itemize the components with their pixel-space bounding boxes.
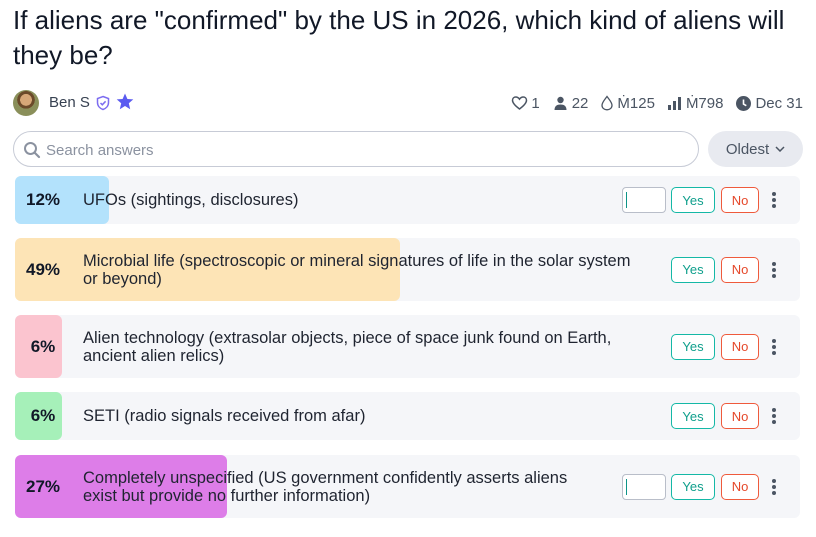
likes-count: 1: [531, 94, 540, 112]
no-button[interactable]: No: [721, 473, 759, 500]
yes-button[interactable]: Yes: [671, 473, 715, 500]
yes-button[interactable]: Yes: [671, 333, 715, 360]
traders-count: 22: [571, 94, 589, 112]
dot: [772, 484, 776, 489]
likes-stat[interactable]: 1: [511, 94, 540, 112]
no-button[interactable]: No: [721, 333, 759, 360]
dot: [772, 420, 776, 424]
answer-text: Microbial life (spectroscopic or mineral…: [83, 251, 631, 288]
close-date: Dec 31: [755, 94, 803, 112]
search-input[interactable]: [46, 138, 686, 162]
position-indicator: [626, 478, 627, 495]
search-box[interactable]: [13, 131, 699, 167]
heart-icon: [512, 96, 528, 110]
dot: [772, 344, 776, 349]
volume-stat: Ṁ798: [667, 94, 724, 112]
answer-row[interactable]: 6% SETI (radio signals received from afar…: [15, 392, 800, 440]
answer-probability: 49%: [25, 259, 61, 279]
position-widget[interactable]: [622, 187, 666, 213]
dot: [772, 478, 776, 483]
more-options-icon[interactable]: [769, 477, 779, 497]
chevron-down-icon: [775, 146, 785, 152]
sort-dropdown[interactable]: Oldest: [708, 131, 803, 167]
dot: [772, 204, 776, 208]
star-icon: [116, 93, 134, 110]
bar-chart-icon: [667, 97, 681, 110]
liquidity-amount: Ṁ125: [617, 94, 655, 112]
answer-probability: 6%: [30, 336, 56, 356]
answer-text: Completely unspecified (US government co…: [83, 468, 568, 505]
dot: [772, 408, 776, 412]
answer-text: SETI (radio signals received from afar): [83, 407, 366, 425]
no-button[interactable]: No: [721, 403, 759, 429]
traders-stat: 22: [552, 94, 589, 112]
liquidity-stat: Ṁ125: [600, 95, 655, 112]
answer-row[interactable]: 12% UFOs (sightings, disclosures) Yes No: [15, 176, 800, 224]
answer-row[interactable]: 27% Completely unspecified (US government…: [15, 455, 800, 518]
question-title: If aliens are "confirmed" by the US in 2…: [13, 5, 785, 70]
more-options-icon[interactable]: [769, 337, 779, 357]
answer-row[interactable]: 6% Alien technology (extrasolar objects, …: [15, 315, 800, 378]
avatar[interactable]: [13, 90, 39, 116]
answer-probability: 27%: [25, 476, 61, 496]
dot: [772, 414, 776, 418]
no-button[interactable]: No: [721, 256, 759, 283]
answer-row[interactable]: 49% Microbial life (spectroscopic or mine…: [15, 238, 800, 301]
position-widget[interactable]: [622, 473, 666, 500]
no-button[interactable]: No: [721, 187, 759, 213]
dot: [772, 338, 776, 343]
dot: [772, 273, 776, 278]
author-name[interactable]: Ben S: [49, 94, 90, 111]
market-stats: 1 22 Ṁ125 Ṁ798 Dec 31: [511, 90, 803, 116]
dot: [772, 267, 776, 272]
close-date-stat[interactable]: Dec 31: [735, 95, 803, 112]
answer-probability: 12%: [25, 190, 61, 209]
more-options-icon[interactable]: [769, 406, 779, 426]
yes-button[interactable]: Yes: [671, 187, 715, 213]
answer-text: UFOs (sightings, disclosures): [83, 191, 299, 209]
yes-button[interactable]: Yes: [671, 403, 715, 429]
answer-text: Alien technology (extrasolar objects, pi…: [83, 328, 612, 365]
dot: [772, 192, 776, 196]
dot: [772, 261, 776, 266]
shield-check-icon: [96, 95, 110, 111]
clock-icon: [736, 95, 752, 111]
droplet-icon: [601, 95, 614, 111]
more-options-icon[interactable]: [769, 260, 779, 280]
yes-button[interactable]: Yes: [671, 256, 715, 283]
dot: [772, 350, 776, 355]
dot: [772, 198, 776, 202]
more-options-icon[interactable]: [769, 190, 779, 210]
volume-amount: Ṁ798: [685, 94, 724, 112]
user-icon: [554, 96, 567, 110]
search-icon: [24, 142, 41, 159]
dot: [772, 490, 776, 495]
position-indicator: [626, 192, 627, 208]
market-meta: Ben S 1 22 Ṁ125 Ṁ798 Dec 31: [13, 90, 803, 116]
answer-probability: 6%: [30, 406, 56, 425]
sort-label: Oldest: [725, 140, 770, 158]
answers-toolbar: Oldest: [13, 131, 803, 167]
